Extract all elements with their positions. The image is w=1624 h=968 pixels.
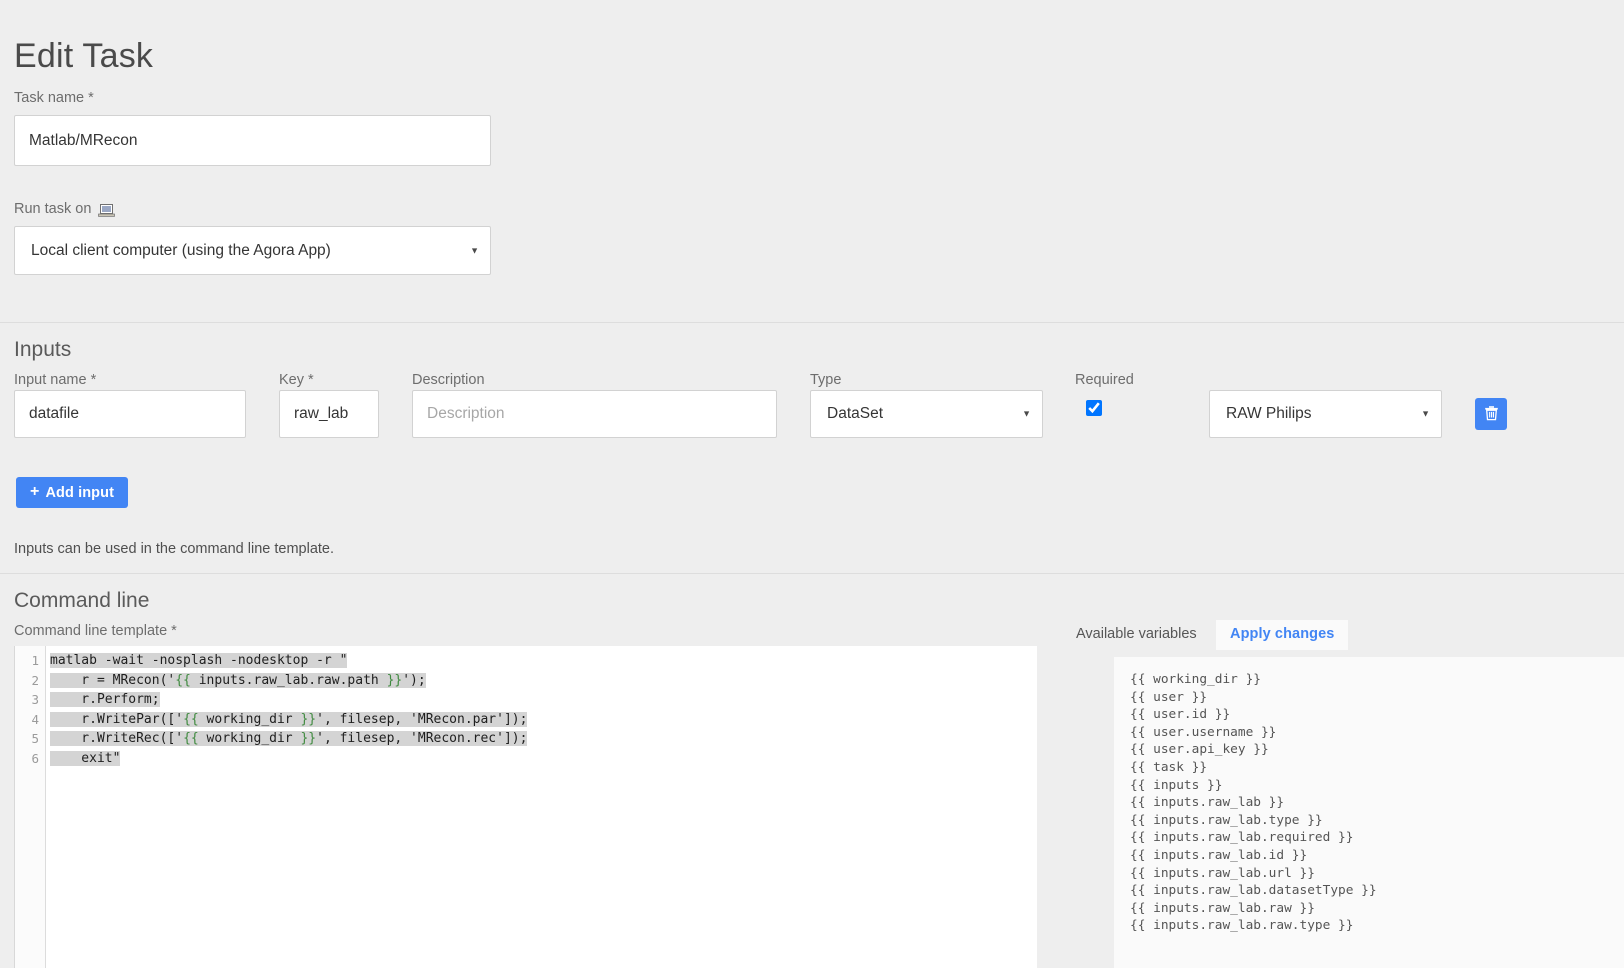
available-variable-item[interactable]: {{ working_dir }} — [1114, 671, 1624, 689]
editor-code-line: r = MRecon('{{ inputs.raw_lab.raw.path }… — [50, 672, 426, 688]
column-label-required: Required — [1075, 372, 1134, 388]
inputs-hint-text: Inputs can be used in the command line t… — [14, 541, 334, 557]
available-variable-item[interactable]: {{ inputs.raw_lab.type }} — [1114, 812, 1624, 830]
column-label-description: Description — [412, 372, 485, 388]
editor-line-number: 2 — [31, 672, 39, 688]
command-line-template-editor[interactable]: 1 2 3 4 5 6 matlab -wait -nosplash -nodesktop… — [14, 646, 1037, 968]
available-variable-item[interactable]: {{ user.username }} — [1114, 724, 1624, 742]
input-required-checkbox[interactable] — [1086, 400, 1102, 416]
apply-changes-button[interactable]: Apply changes — [1216, 620, 1349, 650]
column-label-key: Key * — [279, 372, 314, 388]
trash-icon — [1484, 405, 1499, 424]
input-type-select[interactable]: DataSet ▼ — [810, 390, 1043, 438]
available-variable-item[interactable]: {{ inputs }} — [1114, 777, 1624, 795]
available-variable-item[interactable]: {{ inputs.raw_lab.required }} — [1114, 829, 1624, 847]
column-label-type: Type — [810, 372, 842, 388]
available-variable-item[interactable]: {{ inputs.raw_lab.datasetType }} — [1114, 882, 1624, 900]
task-name-input[interactable] — [14, 115, 491, 166]
available-variable-item[interactable]: {{ user.id }} — [1114, 706, 1624, 724]
editor-line-number: 3 — [31, 692, 39, 707]
available-variable-item[interactable]: {{ inputs.raw_lab.url }} — [1114, 865, 1624, 883]
editor-line-number: 1 — [31, 653, 39, 668]
add-input-button[interactable]: + Add input — [16, 477, 128, 508]
editor-line-number: 6 — [31, 750, 39, 766]
editor-code-line: r.WritePar(['{{ working_dir }}', filesep… — [50, 711, 528, 727]
run-task-on-label-text: Run task on — [14, 201, 92, 217]
available-variable-item[interactable]: {{ inputs.raw_lab.id }} — [1114, 847, 1624, 865]
editor-code-line: matlab -wait -nosplash -nodesktop -r " — [50, 653, 348, 668]
input-description-field[interactable] — [412, 390, 777, 438]
editor-line-number: 5 — [31, 731, 39, 746]
laptop-icon — [98, 203, 116, 217]
add-input-label: Add input — [45, 484, 114, 501]
input-dataset-type-select[interactable]: RAW Philips ▼ — [1209, 390, 1442, 438]
available-variable-item[interactable]: {{ inputs.raw_lab.raw }} — [1114, 900, 1624, 918]
inputs-section-title: Inputs — [14, 338, 72, 361]
available-variables-label: Available variables — [1076, 626, 1197, 642]
available-variable-item[interactable]: {{ task }} — [1114, 759, 1624, 777]
column-label-input-name: Input name * — [14, 372, 97, 388]
page-title: Edit Task — [14, 36, 154, 75]
available-variable-item[interactable]: {{ user.api_key }} — [1114, 741, 1624, 759]
editor-code-area[interactable]: matlab -wait -nosplash -nodesktop -r " r… — [46, 646, 1037, 968]
command-line-section-title: Command line — [14, 589, 150, 612]
input-dataset-type-value: RAW Philips — [1226, 405, 1312, 422]
editor-code-line: exit" — [50, 750, 121, 766]
run-task-on-value: Local client computer (using the Agora A… — [31, 241, 331, 259]
run-task-on-select[interactable]: Local client computer (using the Agora A… — [14, 226, 491, 275]
available-variable-item[interactable]: {{ user }} — [1114, 689, 1624, 707]
input-name-field[interactable] — [14, 390, 246, 438]
chevron-down-icon: ▼ — [1022, 408, 1031, 419]
run-task-on-label: Run task on — [14, 200, 116, 218]
available-variable-item[interactable]: {{ inputs.raw_lab }} — [1114, 794, 1624, 812]
task-name-label: Task name * — [14, 90, 94, 106]
command-line-template-label: Command line template * — [14, 623, 177, 639]
chevron-down-icon: ▼ — [470, 245, 479, 255]
editor-code-line: r.WriteRec(['{{ working_dir }}', filesep… — [50, 731, 528, 746]
available-variables-panel: {{ working_dir }}{{ user }}{{ user.id }}… — [1114, 657, 1624, 968]
section-divider — [0, 322, 1624, 323]
editor-line-number-gutter: 1 2 3 4 5 6 — [15, 646, 46, 968]
input-key-field[interactable] — [279, 390, 379, 438]
available-variable-item[interactable]: {{ inputs.raw_lab.raw.type }} — [1114, 917, 1624, 935]
editor-code-line: r.Perform; — [50, 692, 160, 707]
chevron-down-icon: ▼ — [1421, 408, 1430, 419]
section-divider — [0, 573, 1624, 574]
plus-icon: + — [30, 482, 40, 500]
delete-input-button[interactable] — [1475, 398, 1507, 430]
edit-task-page: Edit Task Task name * Run task on Local … — [0, 0, 1624, 968]
input-type-value: DataSet — [827, 405, 884, 422]
editor-line-number: 4 — [31, 711, 39, 727]
